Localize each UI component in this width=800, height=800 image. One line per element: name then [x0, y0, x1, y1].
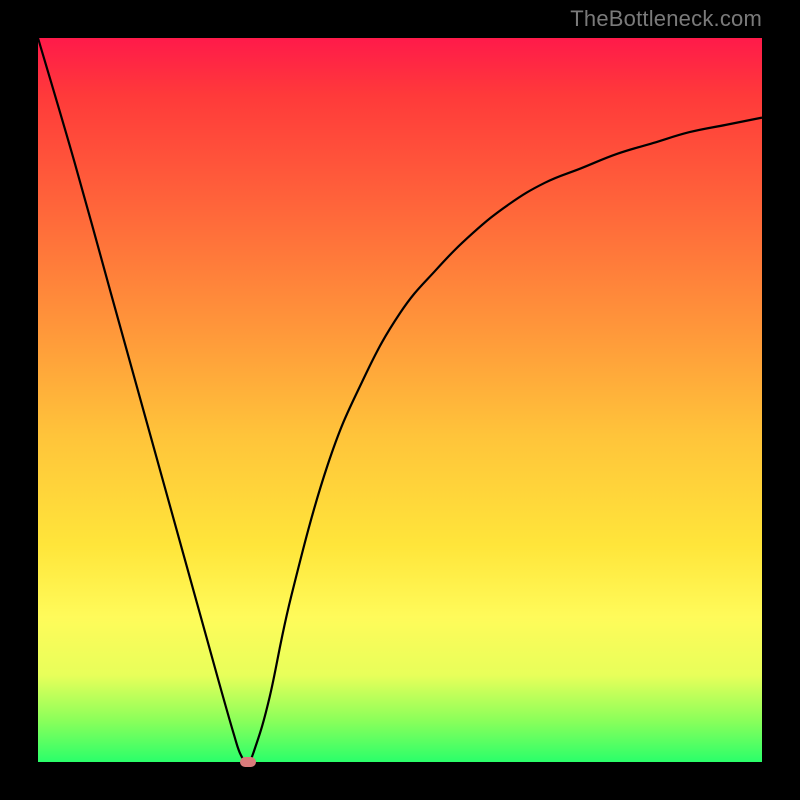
- chart-container: TheBottleneck.com: [0, 0, 800, 800]
- minimum-marker: [240, 757, 256, 767]
- plot-area: [38, 38, 762, 762]
- bottleneck-curve: [38, 38, 762, 762]
- curve-line: [38, 38, 762, 762]
- watermark-text: TheBottleneck.com: [570, 6, 762, 32]
